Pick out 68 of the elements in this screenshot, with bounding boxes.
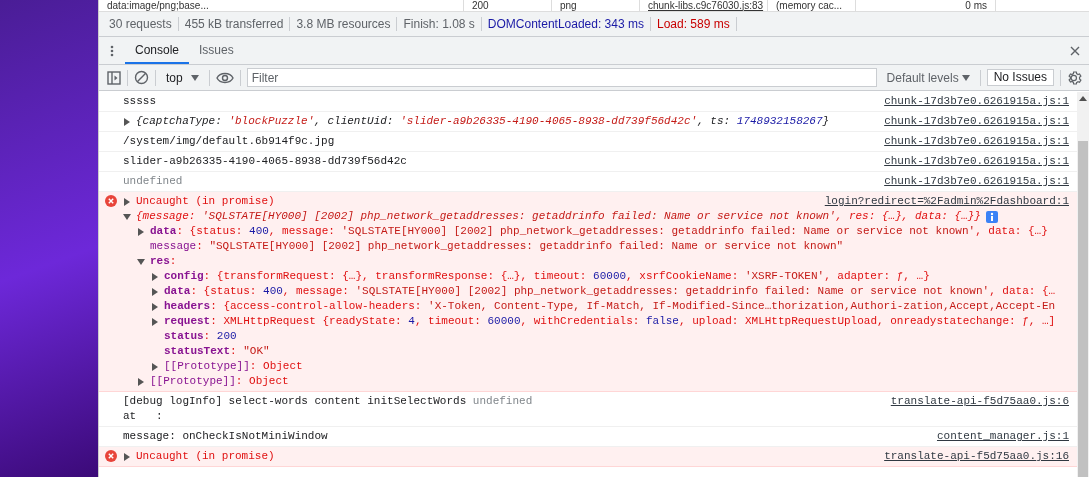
table-cell: png [552, 0, 640, 11]
expanded-triangle-icon[interactable] [123, 212, 131, 221]
scrollbar-thumb[interactable] [1078, 141, 1088, 477]
console-text: {captchaType: 'blockPuzzle', clientUid: 'slider-a9b26335-4190-4065-8938-dd739f56d42c', ts: 1748932158267} [136, 114, 830, 130]
console-text: message: onCheckIsNotMiniWindow [123, 429, 328, 445]
status-text: Finish: 1.08 s [397, 17, 482, 31]
status-text: Load: 589 ms [650, 17, 737, 31]
console-text: [[Prototype]]: Object [150, 374, 289, 390]
error-icon [105, 450, 117, 462]
source-link[interactable]: chunk-17d3b7e0.6261915a.js:1 [874, 174, 1069, 189]
source-link[interactable]: chunk-17d3b7e0.6261915a.js:1 [874, 94, 1069, 109]
scroll-up-icon[interactable] [1079, 96, 1087, 101]
collapsed-triangle-icon[interactable] [123, 197, 131, 206]
source-link[interactable]: chunk-17d3b7e0.6261915a.js:1 [874, 134, 1069, 149]
source-link[interactable]: translate-api-f5d75aa0.js:16 [874, 449, 1069, 464]
console-text: statusText: "OK" [164, 344, 270, 360]
console-text: Uncaught (in promise) [136, 449, 275, 465]
source-link[interactable]: chunk-17d3b7e0.6261915a.js:1 [874, 154, 1069, 169]
console-text: data: {status: 400, message: 'SQLSTATE[HY000] [2002] php_network_getaddresses: getaddrinfo failed: Name or service not known', data: {… [164, 284, 1056, 300]
status-text: 30 requests [99, 17, 179, 31]
console-text: undefined [123, 174, 183, 190]
console-text: /system/img/default.6b914f9c.jpg [123, 134, 335, 150]
expanded-triangle-icon[interactable] [137, 257, 145, 266]
status-text: 455 kB transferred [178, 17, 291, 31]
table-cell: (memory cac... [768, 0, 856, 11]
collapsed-triangle-icon[interactable] [123, 117, 131, 126]
context-dropdown[interactable]: top [162, 68, 203, 87]
console-text: [[Prototype]]: Object [164, 359, 303, 375]
console-text: config: {transformRequest: {…}, transformResponse: {…}, timeout: 60000, xsrfCookieName: 'XSRF-TOKEN', adapter: ƒ, …} [164, 269, 930, 285]
issues-button[interactable]: No Issues [986, 69, 1054, 86]
console-text: {message: 'SQLSTATE[HY000] [2002] php_network_getaddresses: getaddrinfo failed: Name or service not known', res: {…}, data: {…}} [136, 209, 981, 225]
console-text: res: [150, 254, 177, 270]
console-text: message: "SQLSTATE[HY000] [2002] php_network_getaddresses: getaddrinfo failed: Name or service not known" [150, 239, 844, 255]
error-icon [105, 195, 117, 207]
levels-dropdown[interactable]: Default levels [882, 68, 974, 87]
console-text: slider-a9b26335-4190-4065-8938-dd739f56d42c [123, 154, 407, 170]
source-link[interactable]: translate-api-f5d75aa0.js:6 [880, 394, 1069, 409]
table-cell: chunk-libs.c9c76030.js:83 [640, 0, 768, 11]
caret-icon [190, 74, 199, 81]
settings-icon[interactable] [1067, 69, 1083, 86]
status-text: 3.8 MB resources [290, 17, 398, 31]
console-text: sssss [123, 94, 156, 110]
console-text: status: 200 [164, 329, 237, 345]
source-link[interactable]: content_manager.js:1 [926, 429, 1069, 444]
console-text: Uncaught (in promise) [136, 194, 275, 210]
collapsed-triangle-icon[interactable] [137, 227, 145, 236]
status-text: DOMContentLoaded: 343 ms [481, 17, 651, 31]
source-link[interactable]: chunk-17d3b7e0.6261915a.js:1 [874, 114, 1069, 129]
table-cell: 0 ms [856, 0, 996, 11]
collapsed-triangle-icon[interactable] [123, 452, 131, 461]
more-options-icon[interactable] [110, 44, 114, 57]
table-cell: data:image/png;base... [99, 0, 464, 11]
console-text: request: XMLHttpRequest {readyState: 4, timeout: 60000, withCredentials: false, upload: XMLHttpRequestUpload, onreadystatechange: ƒ, …] [164, 314, 1056, 330]
eye-icon[interactable] [215, 71, 234, 84]
console-text: data: {status: 400, message: 'SQLSTATE[HY000] [2002] php_network_getaddresses: getaddrinfo failed: Name or service not known', data: {…} [150, 224, 1048, 240]
console-text: headers: {access-control-allow-headers: 'X-Token, Content-Type, If-Match, If-Modified-Since…thorization,Authori-zation,Accept,Accept-En [164, 299, 1056, 315]
filter-field[interactable]: Filter [246, 68, 877, 87]
scrollbar[interactable] [1077, 92, 1089, 477]
console-text: [debug logInfo] select-words content initSelectWords undefined [123, 394, 533, 410]
sidebar-toggle-icon[interactable] [107, 70, 121, 85]
table-cell: 200 [464, 0, 552, 11]
source-link[interactable]: login?redirect=%2Fadmin%2Fdashboard:1 [814, 194, 1069, 209]
close-icon[interactable] [1070, 45, 1080, 56]
info-icon [985, 210, 998, 223]
clear-console-icon[interactable] [134, 70, 149, 85]
drawer-tab[interactable]: Issues [189, 37, 244, 64]
console-text: at : [123, 409, 163, 425]
caret-icon [961, 74, 970, 81]
